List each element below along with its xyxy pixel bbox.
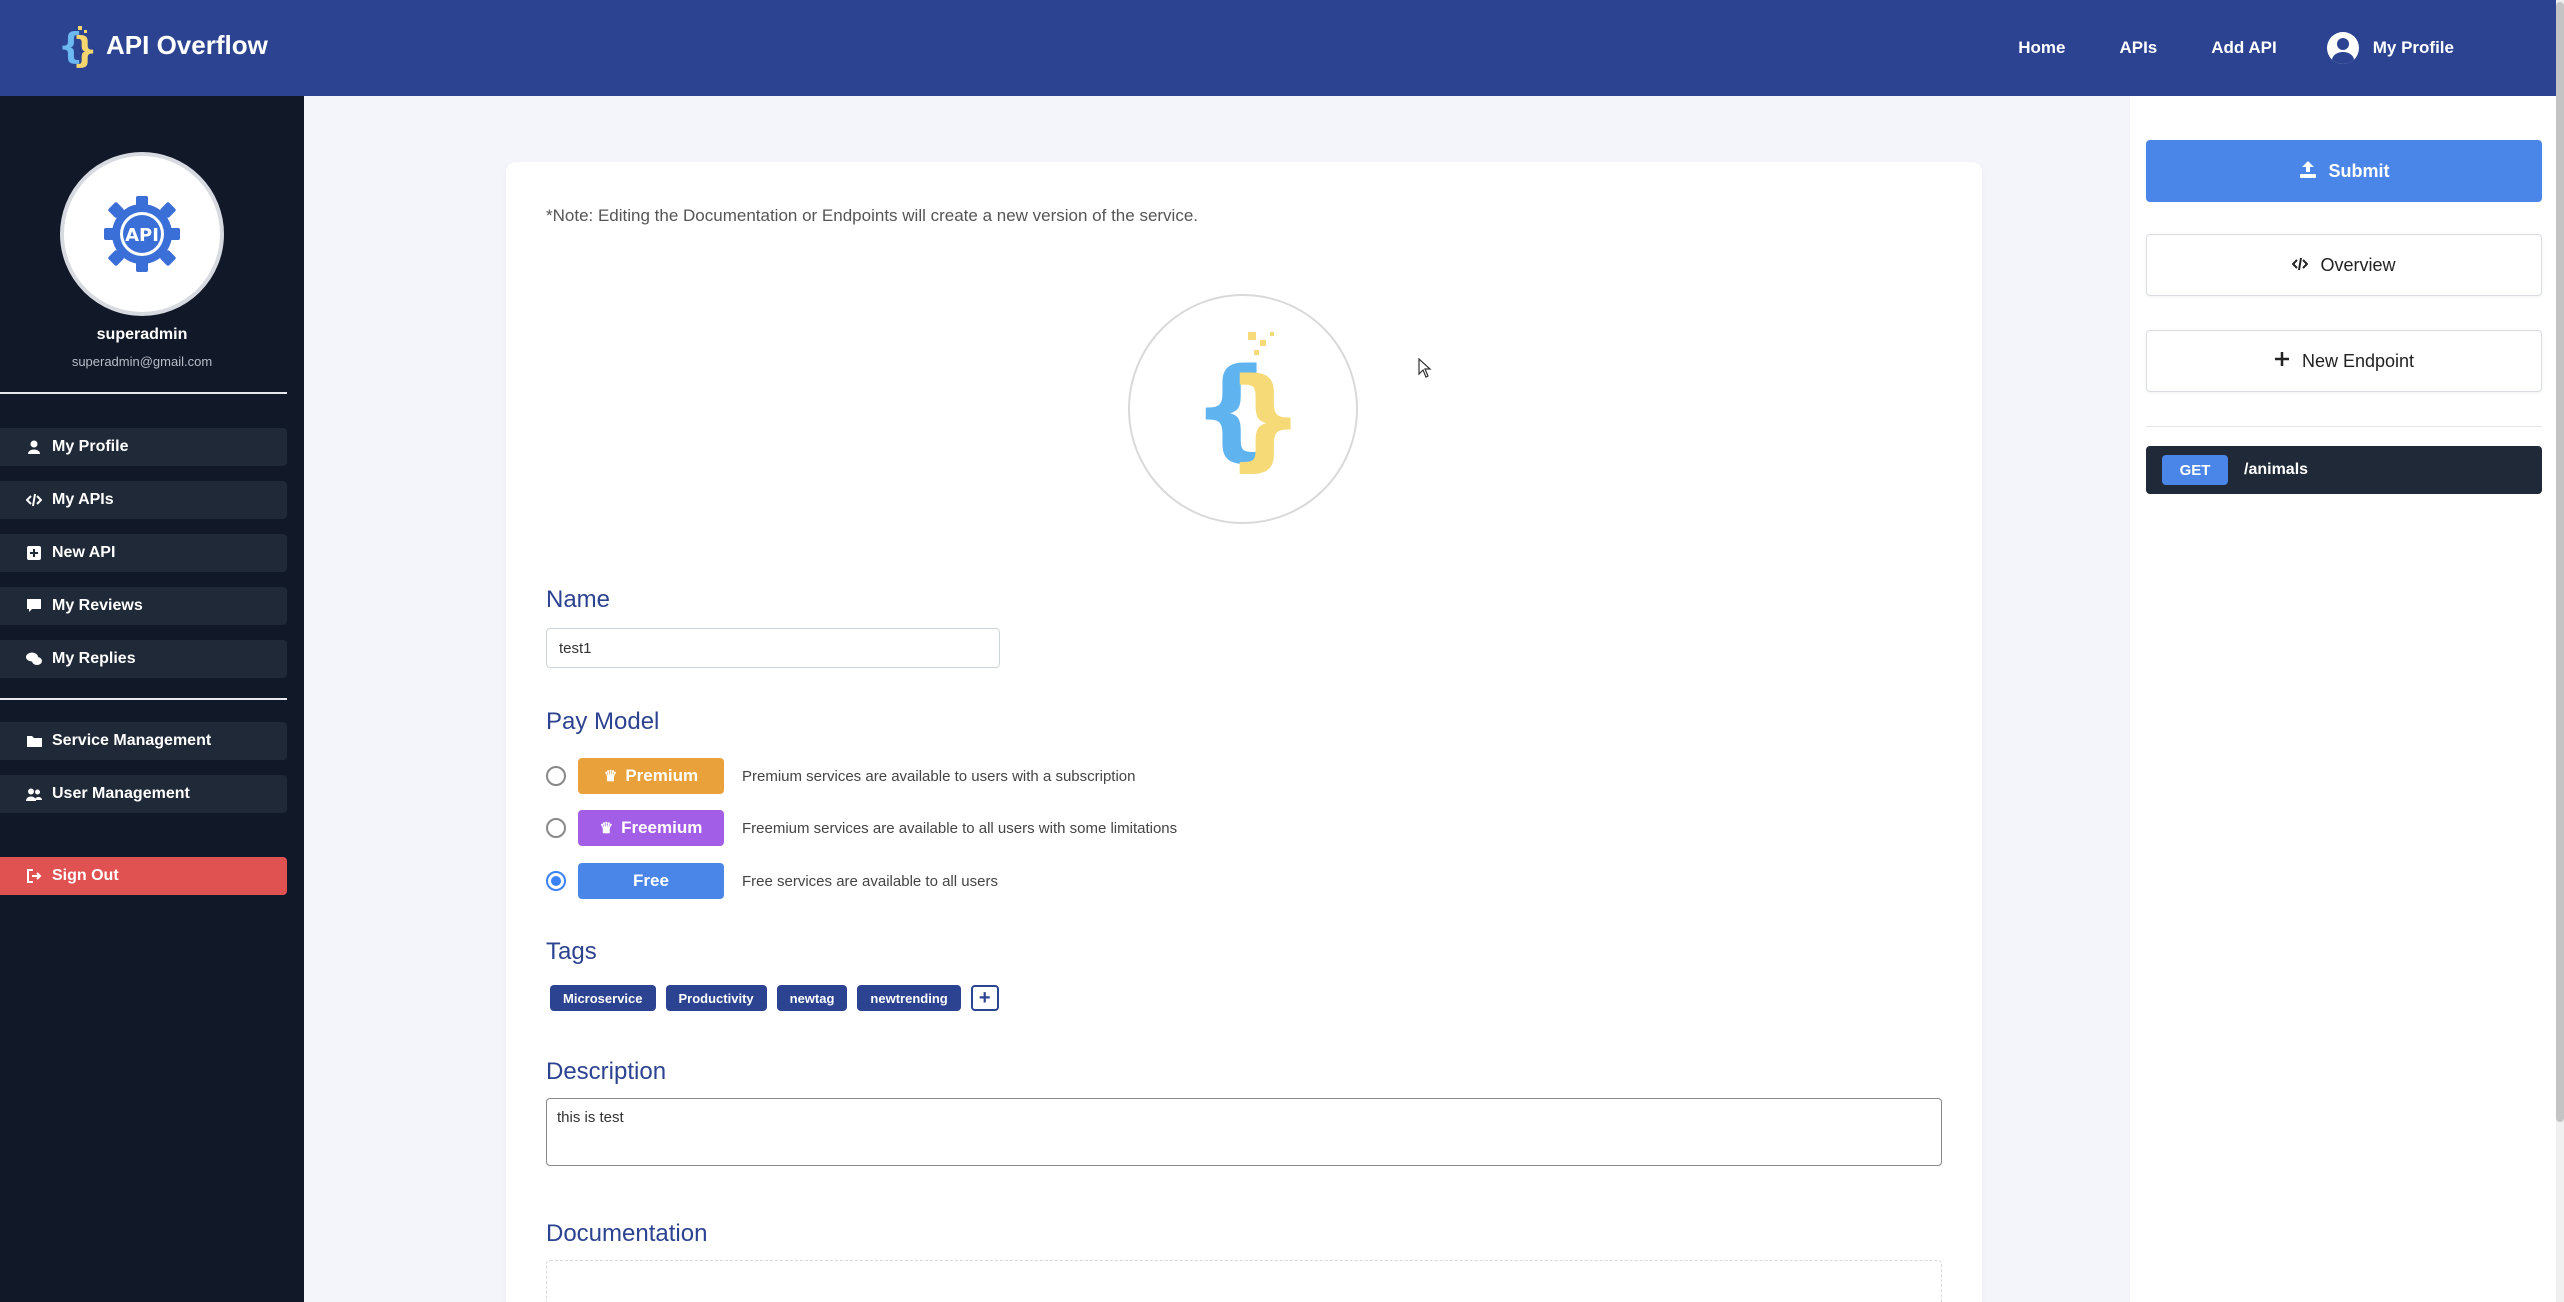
tags-label: Tags bbox=[546, 938, 597, 965]
crown-icon: ♛ bbox=[603, 768, 618, 785]
sidebar-item-label: Service Management bbox=[52, 732, 212, 749]
freemium-radio[interactable] bbox=[546, 818, 566, 838]
sidebar-item-label: My APIs bbox=[52, 491, 114, 508]
brand-logo-icon: { } bbox=[58, 22, 98, 71]
freemium-badge-label: Freemium bbox=[621, 818, 703, 837]
sign-out-button[interactable]: Sign Out bbox=[0, 857, 287, 895]
crown-icon: ♛ bbox=[599, 820, 614, 837]
nav-apis-link[interactable]: APIs bbox=[2119, 38, 2157, 58]
submit-label: Submit bbox=[2328, 160, 2390, 181]
code-icon bbox=[26, 492, 42, 508]
svg-text:API: API bbox=[125, 225, 159, 246]
folder-icon bbox=[26, 733, 42, 749]
comments-icon bbox=[26, 651, 42, 667]
sidebar-email: superadmin@gmail.com bbox=[71, 354, 213, 369]
upload-icon bbox=[2299, 160, 2317, 183]
documentation-editor[interactable] bbox=[546, 1260, 1942, 1302]
api-logo-upload[interactable]: { } bbox=[1128, 294, 1358, 524]
sign-out-icon bbox=[26, 868, 42, 884]
sidebar-item-user-management[interactable]: User Management bbox=[0, 775, 287, 813]
tag-chip[interactable]: newtrending bbox=[857, 985, 961, 1011]
tag-chip[interactable]: Microservice bbox=[550, 985, 656, 1011]
nav-home-link[interactable]: Home bbox=[2018, 38, 2065, 58]
endpoint-item[interactable]: GET /animals bbox=[2146, 446, 2542, 494]
sidebar-username: superadmin bbox=[96, 326, 188, 343]
free-description: Free services are available to all users bbox=[742, 872, 998, 890]
version-note: *Note: Editing the Documentation or Endp… bbox=[546, 206, 1199, 225]
premium-badge[interactable]: ♛ Premium bbox=[578, 758, 724, 794]
pay-option-freemium: ♛ Freemium Freemium services are availabl… bbox=[546, 810, 1177, 846]
pay-option-free: Free Free services are available to all … bbox=[546, 863, 998, 899]
right-panel-divider bbox=[2146, 426, 2542, 427]
user-avatar-icon bbox=[2326, 32, 2359, 64]
freemium-description: Freemium services are available to all u… bbox=[742, 819, 1178, 837]
nav-add-api-link[interactable]: Add API bbox=[2211, 38, 2276, 58]
sidebar-item-my-reviews[interactable]: My Reviews bbox=[0, 587, 287, 625]
plus-icon bbox=[2274, 351, 2290, 372]
nav-profile-label: My Profile bbox=[2372, 38, 2454, 57]
nav-profile-link[interactable]: My Profile bbox=[2326, 32, 2454, 64]
comment-icon bbox=[26, 598, 42, 614]
documentation-label: Documentation bbox=[546, 1220, 708, 1247]
premium-description: Premium services are available to users … bbox=[742, 767, 1136, 785]
mouse-cursor-icon bbox=[1418, 357, 1432, 383]
svg-text:}: } bbox=[72, 30, 96, 68]
free-badge-label: Free bbox=[633, 871, 669, 890]
scrollbar-thumb[interactable] bbox=[2556, 2, 2564, 1122]
top-navbar: { } API Overflow Home APIs Add API My Pr… bbox=[0, 0, 2564, 96]
sidebar-avatar: API bbox=[60, 152, 224, 316]
premium-radio[interactable] bbox=[546, 766, 566, 786]
sidebar-item-my-profile[interactable]: My Profile bbox=[0, 428, 287, 466]
submit-button[interactable]: Submit bbox=[2146, 140, 2542, 202]
tag-chip[interactable]: newtag bbox=[776, 985, 848, 1011]
add-tag-button[interactable]: + bbox=[970, 985, 999, 1011]
freemium-badge[interactable]: ♛ Freemium bbox=[578, 810, 724, 846]
plus-square-icon bbox=[26, 545, 42, 561]
overview-button[interactable]: Overview bbox=[2146, 234, 2542, 296]
sidebar-item-service-management[interactable]: Service Management bbox=[0, 722, 287, 760]
sign-out-label: Sign Out bbox=[52, 867, 119, 884]
sidebar-item-label: New API bbox=[52, 544, 116, 561]
free-badge[interactable]: Free bbox=[578, 863, 724, 899]
code-icon bbox=[2292, 255, 2309, 276]
sidebar-item-new-api[interactable]: New API bbox=[0, 534, 287, 572]
new-endpoint-label: New Endpoint bbox=[2301, 350, 2415, 371]
api-gear-icon: API bbox=[104, 196, 180, 272]
tag-chip[interactable]: Productivity bbox=[665, 985, 767, 1011]
endpoint-method-badge: GET bbox=[2162, 455, 2228, 485]
endpoint-path: /animals bbox=[2244, 461, 2309, 478]
brand-title: API Overflow bbox=[106, 29, 268, 60]
sidebar: API superadmin superadmin@gmail.com My P… bbox=[0, 96, 304, 1302]
name-label: Name bbox=[546, 586, 611, 613]
pay-option-premium: ♛ Premium Premium services are available … bbox=[546, 758, 1136, 794]
sidebar-item-label: My Profile bbox=[52, 438, 129, 455]
free-radio[interactable] bbox=[546, 871, 566, 891]
sidebar-item-my-apis[interactable]: My APIs bbox=[0, 481, 287, 519]
description-input[interactable]: this is test bbox=[546, 1098, 1942, 1166]
user-icon bbox=[26, 439, 42, 455]
description-label: Description bbox=[546, 1058, 667, 1085]
sidebar-divider bbox=[0, 392, 287, 394]
tag-list: Microservice Productivity newtag newtren… bbox=[550, 985, 999, 1011]
users-icon bbox=[26, 786, 42, 802]
sidebar-item-my-replies[interactable]: My Replies bbox=[0, 640, 287, 678]
pay-model-label: Pay Model bbox=[546, 708, 660, 735]
overview-label: Overview bbox=[2320, 254, 2396, 275]
name-input[interactable] bbox=[546, 628, 1000, 668]
sidebar-item-label: My Reviews bbox=[52, 597, 143, 614]
premium-badge-label: Premium bbox=[625, 766, 699, 785]
api-logo-icon: { } bbox=[1192, 332, 1304, 482]
page-scrollbar[interactable] bbox=[2556, 0, 2564, 1302]
sidebar-item-label: My Replies bbox=[52, 650, 136, 667]
brand[interactable]: { } API Overflow bbox=[58, 22, 268, 71]
svg-text:}: } bbox=[1226, 354, 1304, 482]
nav-links: Home APIs Add API My Profile bbox=[1964, 0, 2454, 96]
sidebar-item-label: User Management bbox=[52, 785, 190, 802]
new-endpoint-button[interactable]: New Endpoint bbox=[2146, 330, 2542, 392]
sidebar-divider bbox=[0, 698, 287, 700]
